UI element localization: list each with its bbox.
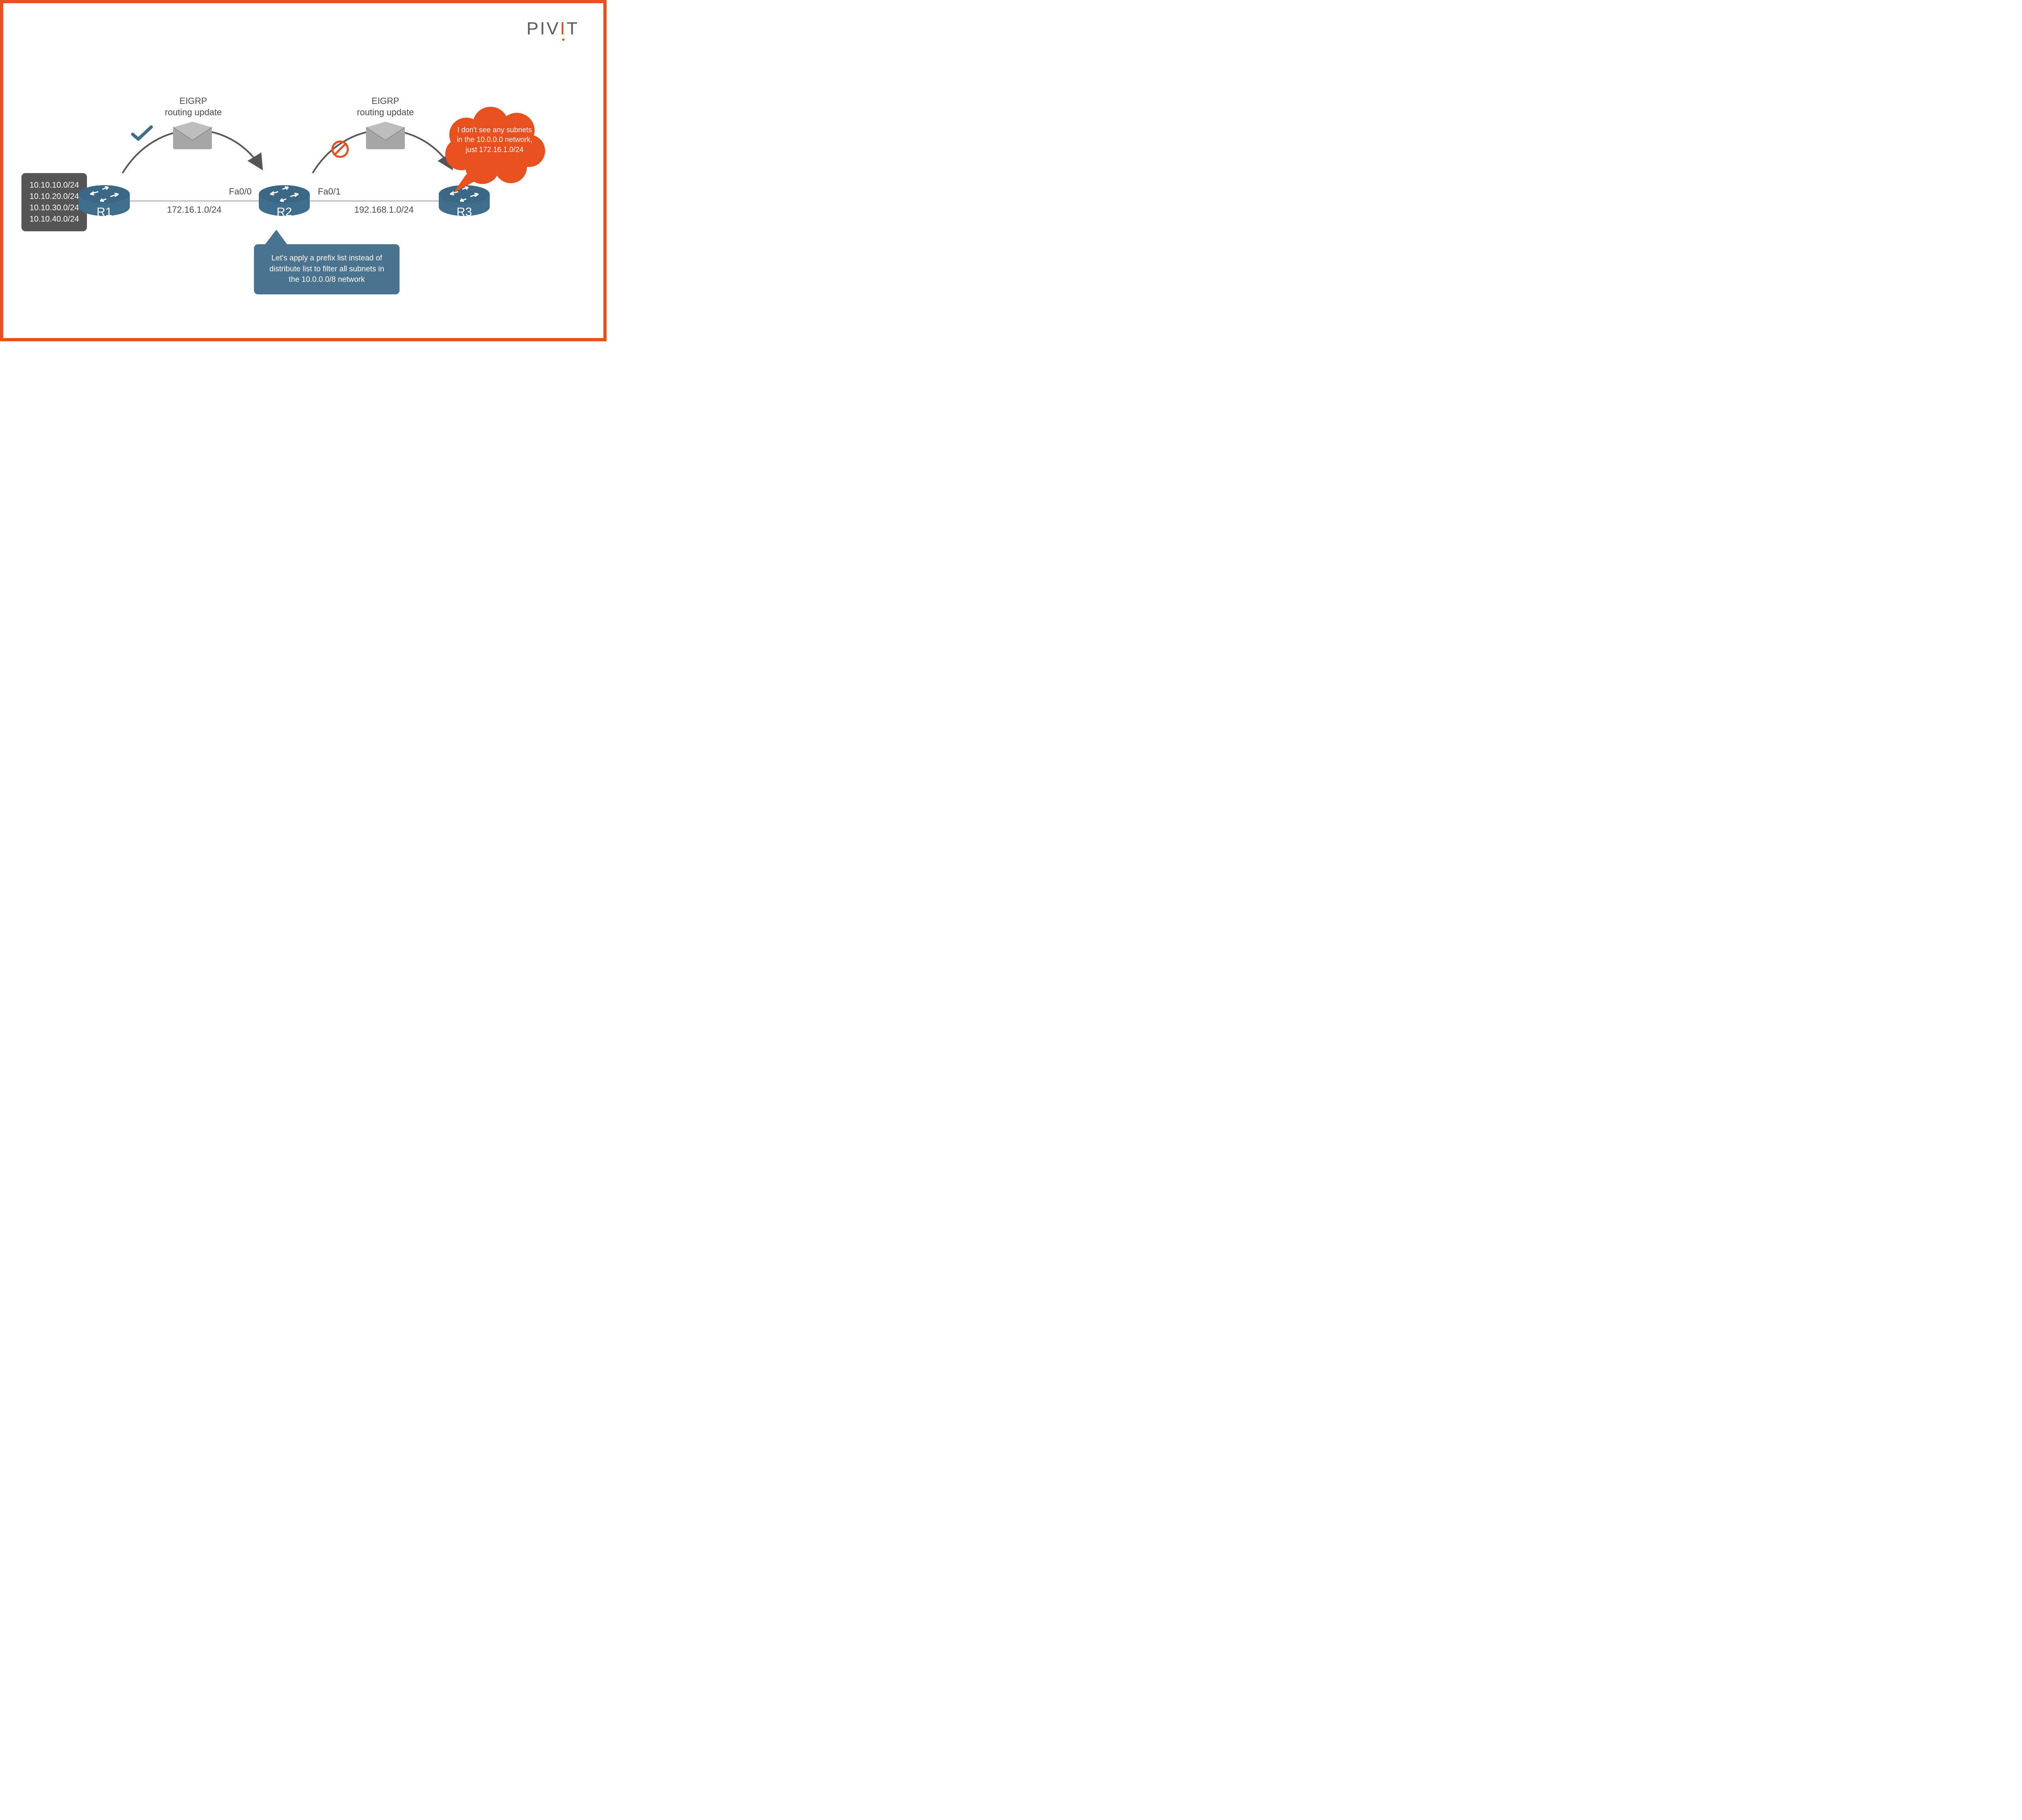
envelope-left-icon	[172, 122, 213, 150]
router-r2: R2	[258, 184, 311, 217]
update-left-line2: routing update	[165, 107, 222, 117]
update-left-label: EIGRP routing update	[153, 95, 234, 118]
net-r2-r3: 192.168.1.0/24	[354, 205, 414, 215]
router-r2-label: R2	[258, 205, 311, 219]
router-r1: R1	[78, 184, 131, 217]
diagram-frame: PIVIT Fa0/0 Fa0/1 172.16.1.0/24 192.168.…	[0, 0, 607, 341]
r1-subnet-2: 10.10.20.0/24	[30, 191, 79, 202]
r1-subnet-1: 10.10.10.0/24	[30, 180, 79, 191]
link-r2-r3	[309, 200, 442, 202]
update-right-line1: EIGRP	[372, 96, 399, 106]
r3-thought-text: I don't see any subnets in the 10.0.0.0 …	[454, 125, 535, 154]
update-right-label: EIGRP routing update	[345, 95, 426, 118]
brand-dot	[562, 38, 565, 41]
r1-subnet-4: 10.10.40.0/24	[30, 213, 79, 225]
r1-subnet-3: 10.10.30.0/24	[30, 202, 79, 213]
check-icon	[131, 125, 153, 142]
router-r1-label: R1	[78, 205, 131, 219]
r1-subnets-box: 10.10.10.0/24 10.10.20.0/24 10.10.30.0/2…	[21, 173, 87, 231]
r2-speech-text: Let's apply a prefix list instead of dis…	[269, 254, 384, 284]
brand-accent: I	[560, 19, 567, 38]
r2-speech-bubble: Let's apply a prefix list instead of dis…	[254, 244, 400, 294]
link-r1-r2	[125, 200, 262, 202]
iface-r2-fa00: Fa0/0	[229, 186, 252, 197]
envelope-right-icon	[365, 122, 406, 150]
r3-thought-cloud: I don't see any subnets in the 10.0.0.0 …	[442, 106, 547, 187]
update-left-line1: EIGRP	[180, 96, 207, 106]
deny-icon	[331, 140, 349, 159]
brand-logo: PIVIT	[527, 19, 579, 39]
iface-r2-fa01: Fa0/1	[318, 186, 341, 197]
router-r3-label: R3	[438, 205, 491, 219]
update-right-line2: routing update	[357, 107, 414, 117]
net-r1-r2: 172.16.1.0/24	[167, 205, 222, 215]
